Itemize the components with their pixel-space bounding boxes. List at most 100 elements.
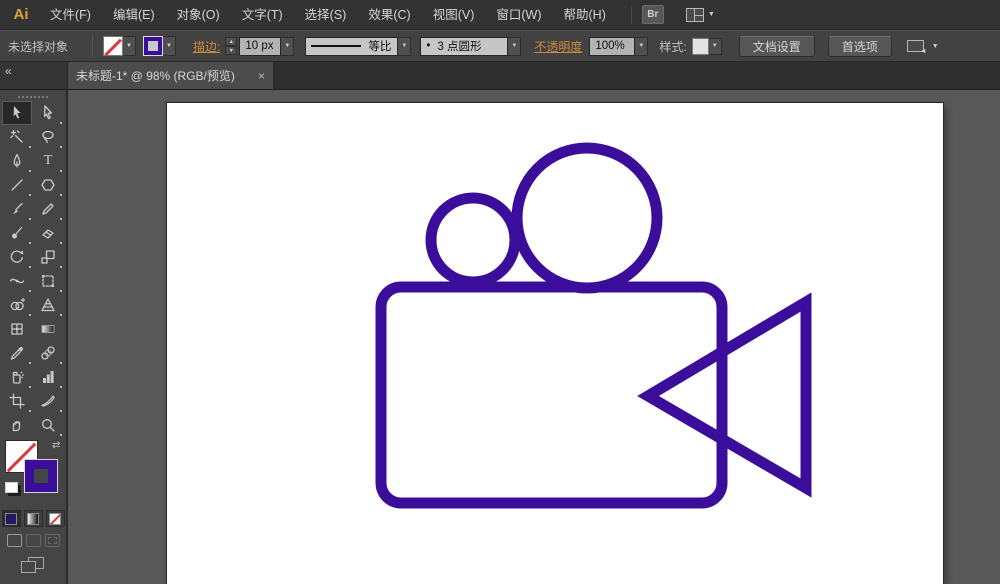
fill-stroke-cluster: ⇄ <box>0 440 66 504</box>
workspace-switcher[interactable]: ▼ <box>685 7 715 22</box>
selection-status-label: 未选择对象 <box>8 39 69 54</box>
menu-help[interactable]: 帮助(H) <box>553 0 617 30</box>
small-reel-shape <box>425 192 521 288</box>
document-tab-title: 未标题-1* @ 98% (RGB/预览) <box>76 69 235 83</box>
video-camera-artwork[interactable] <box>167 103 943 584</box>
brush-definition-dropdown[interactable]: ▼ <box>508 36 522 56</box>
free-transform-tool[interactable] <box>33 269 63 293</box>
perspective-grid-tool[interactable] <box>33 293 63 317</box>
menu-view[interactable]: 视图(V) <box>422 0 486 30</box>
control-panel-menu-icon[interactable] <box>906 40 927 55</box>
toolbar-collapse-button[interactable]: « <box>0 62 68 89</box>
menu-object[interactable]: 对象(O) <box>166 0 231 30</box>
menu-bar: Ai 文件(F) 编辑(E) 对象(O) 文字(T) 选择(S) 效果(C) 视… <box>0 0 1000 30</box>
stroke-color-swatch[interactable] <box>143 36 163 56</box>
workspace-layout-icon <box>685 7 704 22</box>
direct-selection-tool[interactable] <box>33 101 63 125</box>
stroke-width-input[interactable]: 10 px <box>239 36 282 56</box>
draw-behind-icon[interactable] <box>25 534 41 547</box>
menu-window[interactable]: 窗口(W) <box>485 0 552 30</box>
stroke-width-dropdown[interactable]: ▼ <box>281 36 295 56</box>
column-graph-tool[interactable] <box>33 365 63 389</box>
width-tool[interactable] <box>2 269 32 293</box>
paintbrush-tool[interactable] <box>2 197 32 221</box>
screen-mode-button[interactable] <box>21 557 45 574</box>
hand-tool[interactable] <box>2 413 32 437</box>
line-segment-tool[interactable] <box>2 173 32 197</box>
pencil-tool[interactable] <box>33 197 63 221</box>
opacity-panel-link[interactable]: 不透明度 <box>534 38 582 55</box>
blend-tool[interactable] <box>33 341 63 365</box>
zoom-tool[interactable] <box>33 413 63 437</box>
menu-file[interactable]: 文件(F) <box>39 0 102 30</box>
swap-fill-stroke-icon[interactable]: ⇄ <box>52 440 60 451</box>
scale-tool[interactable] <box>33 245 63 269</box>
shape-tool[interactable] <box>33 173 63 197</box>
opacity-input[interactable]: 100% <box>589 36 636 56</box>
illustrator-logo: Ai <box>13 6 29 23</box>
slice-tool[interactable] <box>33 389 63 413</box>
document-tab[interactable]: 未标题-1* @ 98% (RGB/预览) × <box>68 62 274 89</box>
chevron-down-icon[interactable]: ▼ <box>932 43 939 50</box>
lasso-tool[interactable] <box>33 125 63 149</box>
style-label: 样式: <box>659 39 687 54</box>
width-profile-select[interactable]: 等比 <box>305 36 399 56</box>
mesh-tool[interactable] <box>2 317 32 341</box>
stroke-dropdown-button[interactable]: ▼ <box>163 36 176 56</box>
menu-edit[interactable]: 编辑(E) <box>102 0 166 30</box>
divider <box>92 35 93 57</box>
camera-body-shape <box>375 281 728 509</box>
default-fill-stroke-icon[interactable] <box>5 482 18 493</box>
eraser-tool[interactable] <box>33 221 63 245</box>
selection-tool[interactable] <box>2 101 32 125</box>
tab-row: « 未标题-1* @ 98% (RGB/预览) × <box>0 62 1000 90</box>
gradient-button[interactable] <box>23 510 43 527</box>
stroke-width-stepper[interactable]: ▲ ▼ <box>225 37 238 55</box>
large-reel-shape <box>511 142 663 294</box>
width-profile-dropdown[interactable]: ▼ <box>398 36 412 56</box>
stroke-swatch-purple[interactable] <box>24 459 58 493</box>
type-tool[interactable]: T <box>33 149 63 173</box>
menu-effect[interactable]: 效果(C) <box>357 0 421 30</box>
menu-select[interactable]: 选择(S) <box>294 0 358 30</box>
eyedropper-tool[interactable] <box>2 341 32 365</box>
draw-normal-icon[interactable] <box>6 534 22 547</box>
magic-wand-tool[interactable] <box>2 125 32 149</box>
fill-dropdown-button[interactable]: ▼ <box>123 36 136 56</box>
gradient-tool[interactable] <box>33 317 63 341</box>
illustrator-window: Ai 文件(F) 编辑(E) 对象(O) 文字(T) 选择(S) 效果(C) 视… <box>0 0 1000 584</box>
canvas-pasteboard[interactable] <box>68 90 1000 584</box>
menubar-separator <box>630 5 632 24</box>
color-button[interactable] <box>1 510 21 527</box>
none-button[interactable] <box>45 510 65 527</box>
chevron-down-icon: ▼ <box>707 11 715 18</box>
control-bar: 未选择对象 ▼ ▼ 描边: ▲ ▼ 10 px ▼ 等比 ▼ • 3 点圆形 ▼… <box>0 30 1000 62</box>
stepper-up-icon[interactable]: ▲ <box>225 37 238 46</box>
preferences-button[interactable]: 首选项 <box>827 35 892 57</box>
pen-tool[interactable] <box>2 149 32 173</box>
panel-grip-handle[interactable] <box>18 96 48 98</box>
blob-brush-tool[interactable] <box>2 221 32 245</box>
color-mode-row <box>0 510 66 527</box>
brush-preview-dot: • <box>426 40 431 52</box>
shape-builder-tool[interactable] <box>2 293 32 317</box>
tools-panel: T ⇄ <box>0 90 68 584</box>
fill-color-swatch[interactable] <box>103 36 123 56</box>
close-icon[interactable]: × <box>258 69 265 83</box>
stroke-panel-link[interactable]: 描边: <box>193 38 220 55</box>
artboard-tool[interactable] <box>2 389 32 413</box>
stepper-down-icon[interactable]: ▼ <box>225 46 238 55</box>
rotate-tool[interactable] <box>2 245 32 269</box>
style-dropdown[interactable]: ▼ <box>708 37 722 55</box>
style-swatch[interactable] <box>691 37 709 55</box>
opacity-dropdown[interactable]: ▼ <box>635 36 649 56</box>
brush-definition-select[interactable]: • 3 点圆形 <box>420 36 509 56</box>
document-setup-button[interactable]: 文档设置 <box>738 35 815 57</box>
symbol-sprayer-tool[interactable] <box>2 365 32 389</box>
drawing-modes-row <box>0 534 66 547</box>
bridge-button[interactable]: Br <box>641 5 664 24</box>
menu-type[interactable]: 文字(T) <box>231 0 294 30</box>
draw-inside-icon[interactable] <box>44 534 60 547</box>
artboard[interactable] <box>167 103 943 584</box>
tool-grid: T <box>0 101 66 437</box>
